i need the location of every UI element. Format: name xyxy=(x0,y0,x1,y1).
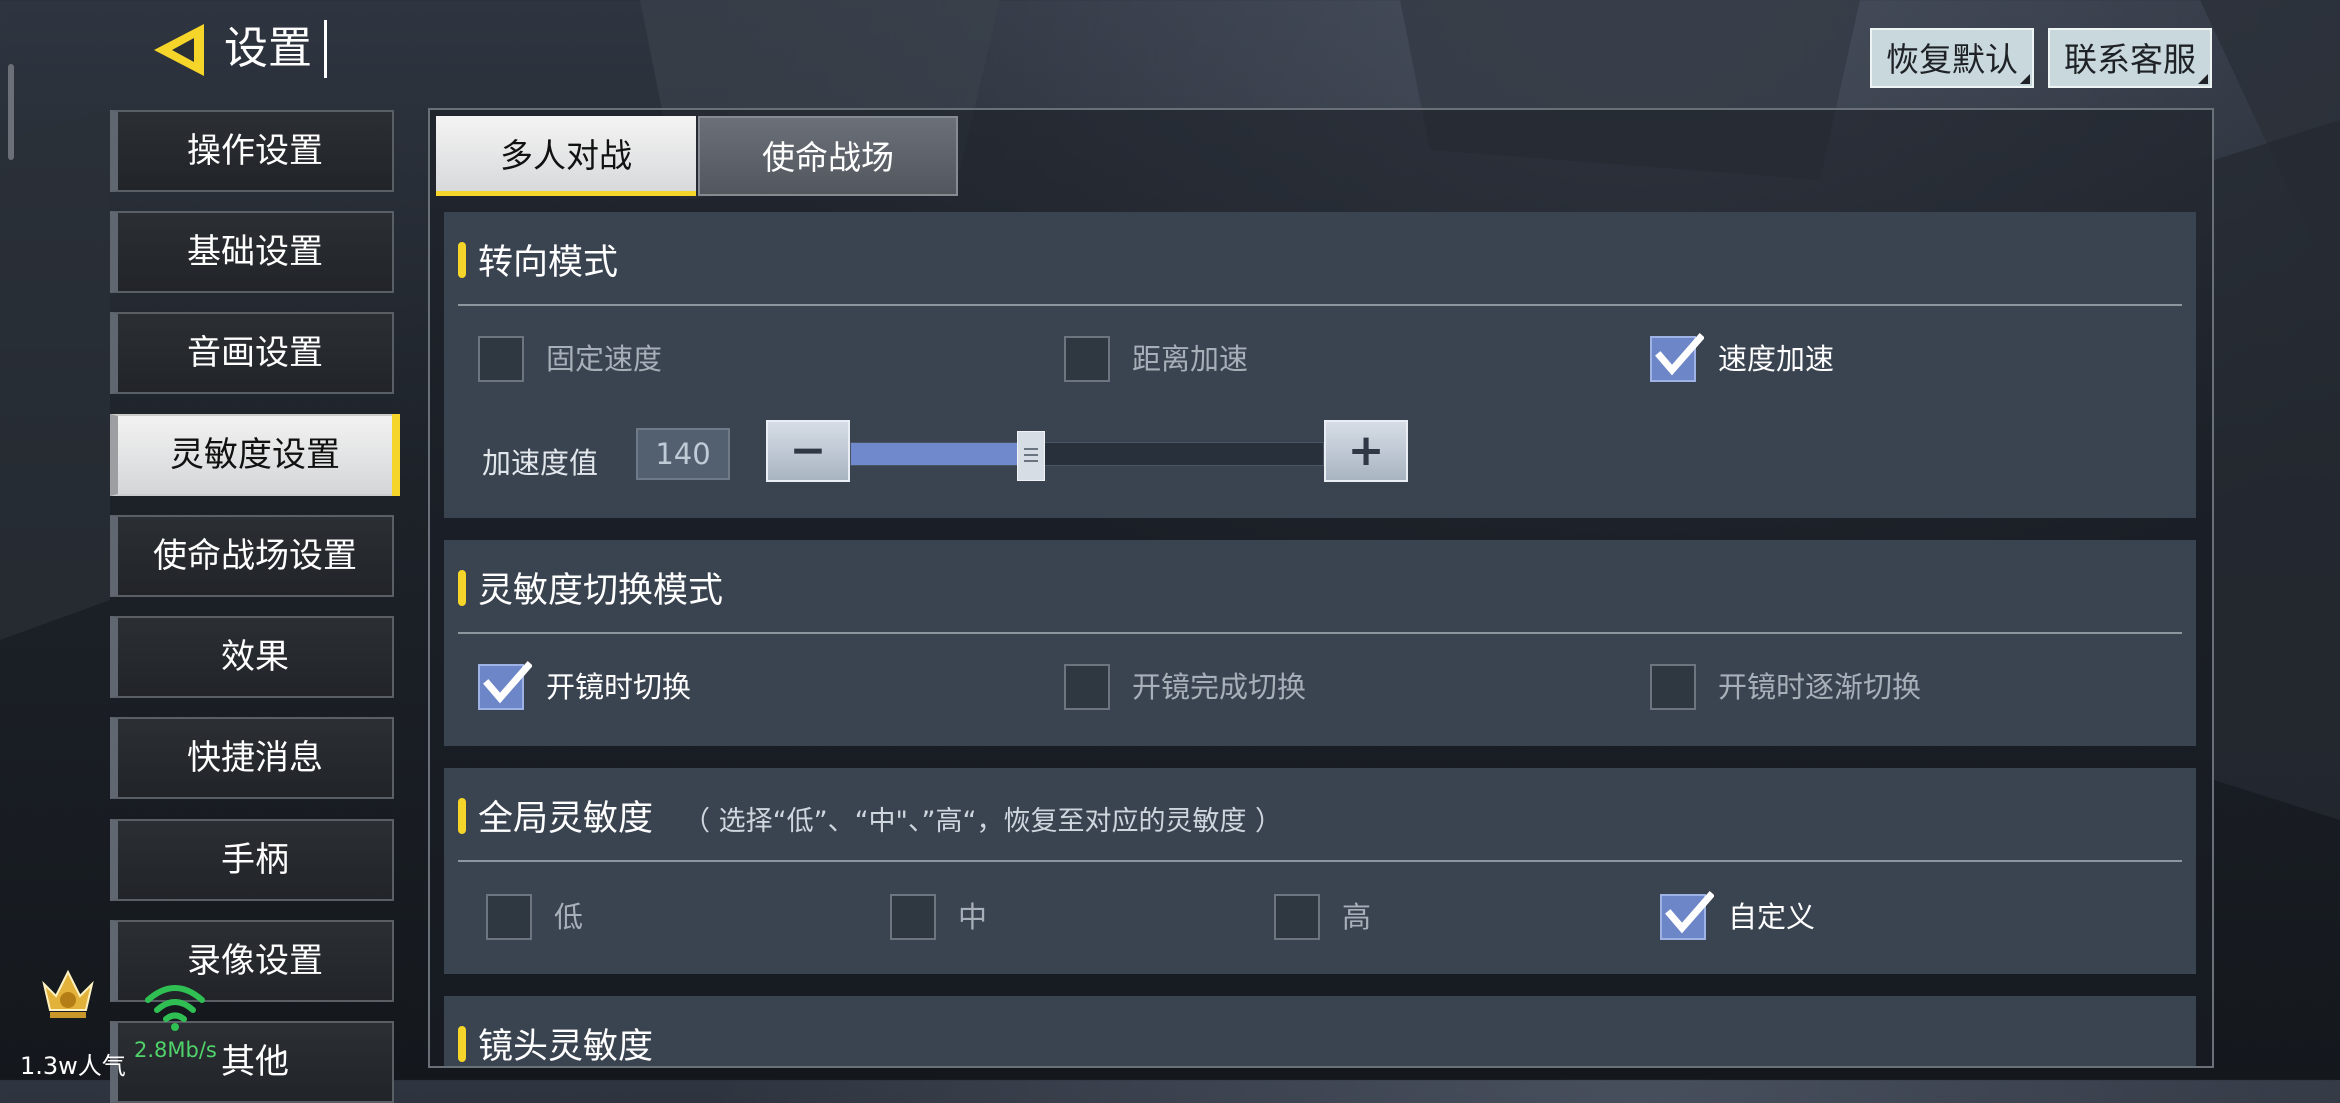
accel-label: 加速度值 xyxy=(482,446,599,480)
turn-mode-section: 转向模式 固定速度 距离加速 速度加速 加速度值 140 − + xyxy=(444,212,2196,518)
scope-complete-switch-option[interactable]: 开镜完成切换 xyxy=(1064,660,1306,712)
checkbox[interactable] xyxy=(1650,664,1696,710)
sidebar-item-sensitivity[interactable]: 灵敏度设置 xyxy=(110,414,400,496)
section-title: 全局灵敏度 （ 选择“低”、“中"、”高“，恢复至对应的灵敏度 ） xyxy=(458,790,1282,841)
checkmark-icon xyxy=(1665,891,1714,934)
popularity-text: 1.3w人气 xyxy=(20,1052,126,1080)
sensitivity-high-option[interactable]: 高 xyxy=(1274,890,1371,942)
fixed-speed-option[interactable]: 固定速度 xyxy=(478,332,662,384)
sidebar-item-controls[interactable]: 操作设置 xyxy=(110,110,394,192)
option-label: 高 xyxy=(1342,900,1372,934)
checkbox-checked[interactable] xyxy=(1660,891,1714,940)
sidebar-item-basic[interactable]: 基础设置 xyxy=(110,211,394,293)
option-label: 中 xyxy=(958,900,988,934)
back-arrow-icon[interactable] xyxy=(150,22,208,78)
gradual-switch-option[interactable]: 开镜时逐渐切换 xyxy=(1650,660,1921,712)
tab-battle-royale[interactable]: 使命战场 xyxy=(698,116,958,196)
divider xyxy=(458,860,2182,862)
accel-slider[interactable] xyxy=(850,431,1324,481)
sidebar-item-audio-video[interactable]: 音画设置 xyxy=(110,312,394,394)
sensitivity-low-option[interactable]: 低 xyxy=(486,890,583,942)
section-title-text: 全局灵敏度 xyxy=(478,799,654,839)
slider-handle[interactable] xyxy=(1017,431,1046,481)
decrease-button[interactable]: − xyxy=(766,420,850,482)
camera-sensitivity-section: 镜头灵敏度 xyxy=(444,996,2196,1066)
sidebar-item-effects[interactable]: 效果 xyxy=(110,616,394,698)
option-label: 速度加速 xyxy=(1718,342,1835,376)
speed-accel-option[interactable]: 速度加速 xyxy=(1650,332,1834,384)
checkbox[interactable] xyxy=(890,894,936,940)
crown-icon xyxy=(42,969,94,1018)
accel-value-field[interactable]: 140 xyxy=(636,428,730,480)
section-title: 镜头灵敏度 xyxy=(458,1018,653,1066)
sidebar-item-quick-messages[interactable]: 快捷消息 xyxy=(110,717,394,799)
plus-icon: + xyxy=(1347,425,1385,476)
divider xyxy=(458,632,2182,634)
settings-panel: 多人对战 使命战场 转向模式 固定速度 距离加速 速度加速 加速度值 140 −… xyxy=(428,108,2214,1068)
option-label: 开镜完成切换 xyxy=(1132,670,1307,704)
network-speed-text: 2.8Mb/s xyxy=(134,1038,217,1062)
checkbox[interactable] xyxy=(486,894,532,940)
section-note: （ 选择“低”、“中"、”高“，恢复至对应的灵敏度 ） xyxy=(683,806,1283,837)
distance-accel-option[interactable]: 距离加速 xyxy=(1064,332,1248,384)
page-title: 设置 xyxy=(212,20,327,78)
minus-icon: − xyxy=(789,425,827,476)
option-label: 开镜时逐渐切换 xyxy=(1718,670,1922,704)
checkbox[interactable] xyxy=(1064,336,1110,382)
slider-fill xyxy=(851,443,1031,465)
checkbox[interactable] xyxy=(1064,664,1110,710)
checkbox-checked[interactable] xyxy=(1650,333,1704,382)
wifi-icon xyxy=(145,985,205,1031)
tab-multiplayer[interactable]: 多人对战 xyxy=(436,116,696,196)
sidebar-item-battle-royale[interactable]: 使命战场设置 xyxy=(110,515,394,597)
section-title: 灵敏度切换模式 xyxy=(458,562,723,613)
sensitivity-medium-option[interactable]: 中 xyxy=(890,890,987,942)
option-label: 固定速度 xyxy=(546,342,663,376)
checkmark-icon xyxy=(1655,333,1704,376)
checkbox[interactable] xyxy=(478,336,524,382)
sidebar-item-other[interactable]: 其他 xyxy=(110,1021,394,1103)
option-label: 低 xyxy=(554,900,584,934)
option-label: 开镜时切换 xyxy=(546,670,692,704)
checkbox[interactable] xyxy=(1274,894,1320,940)
restore-default-button[interactable]: 恢复默认 xyxy=(1870,28,2034,88)
contact-support-button[interactable]: 联系客服 xyxy=(2048,28,2212,88)
sidebar-item-controller[interactable]: 手柄 xyxy=(110,819,394,901)
increase-button[interactable]: + xyxy=(1324,420,1408,482)
switch-mode-section: 灵敏度切换模式 开镜时切换 开镜完成切换 开镜时逐渐切换 xyxy=(444,540,2196,746)
global-sensitivity-section: 全局灵敏度 （ 选择“低”、“中"、”高“，恢复至对应的灵敏度 ） 低 中 高 自… xyxy=(444,768,2196,974)
sensitivity-custom-option[interactable]: 自定义 xyxy=(1660,890,1815,942)
checkmark-icon xyxy=(483,661,532,704)
option-label: 自定义 xyxy=(1728,900,1816,934)
option-label: 距离加速 xyxy=(1132,342,1249,376)
section-title: 转向模式 xyxy=(458,234,618,285)
divider xyxy=(458,304,2182,306)
checkbox-checked[interactable] xyxy=(478,661,532,710)
scope-open-switch-option[interactable]: 开镜时切换 xyxy=(478,660,691,712)
